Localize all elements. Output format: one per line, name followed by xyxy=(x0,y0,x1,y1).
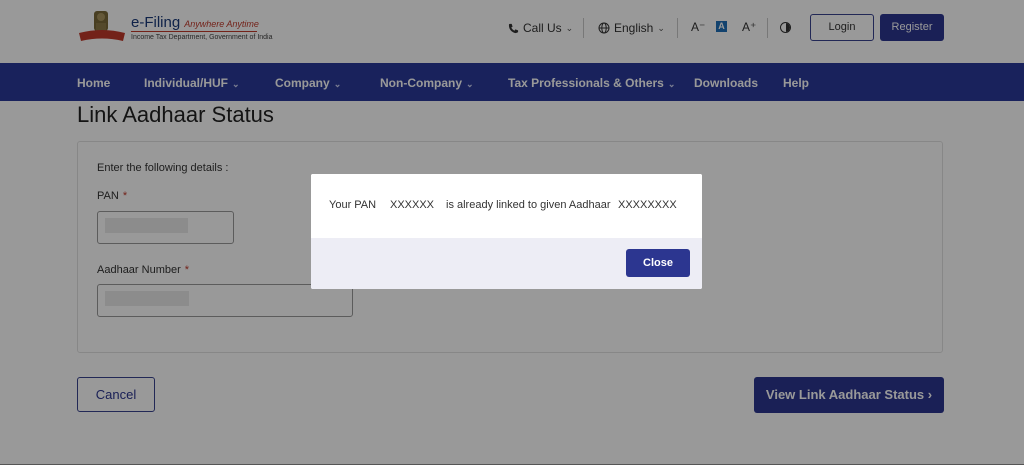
aadhaar-value: XXXXXXXX xyxy=(618,199,677,211)
message-text: is already linked to given Aadhaar xyxy=(446,199,611,211)
bottom-border xyxy=(0,464,1024,468)
message-text: Your PAN xyxy=(329,199,377,211)
pan-value: XXXXXX xyxy=(390,199,435,211)
dialog-body: Your PAN XXXXXX is already linked to giv… xyxy=(311,174,702,238)
dialog-footer: Close xyxy=(311,238,702,289)
close-button[interactable]: Close xyxy=(626,249,690,277)
status-dialog: Your PAN XXXXXX is already linked to giv… xyxy=(311,174,702,289)
